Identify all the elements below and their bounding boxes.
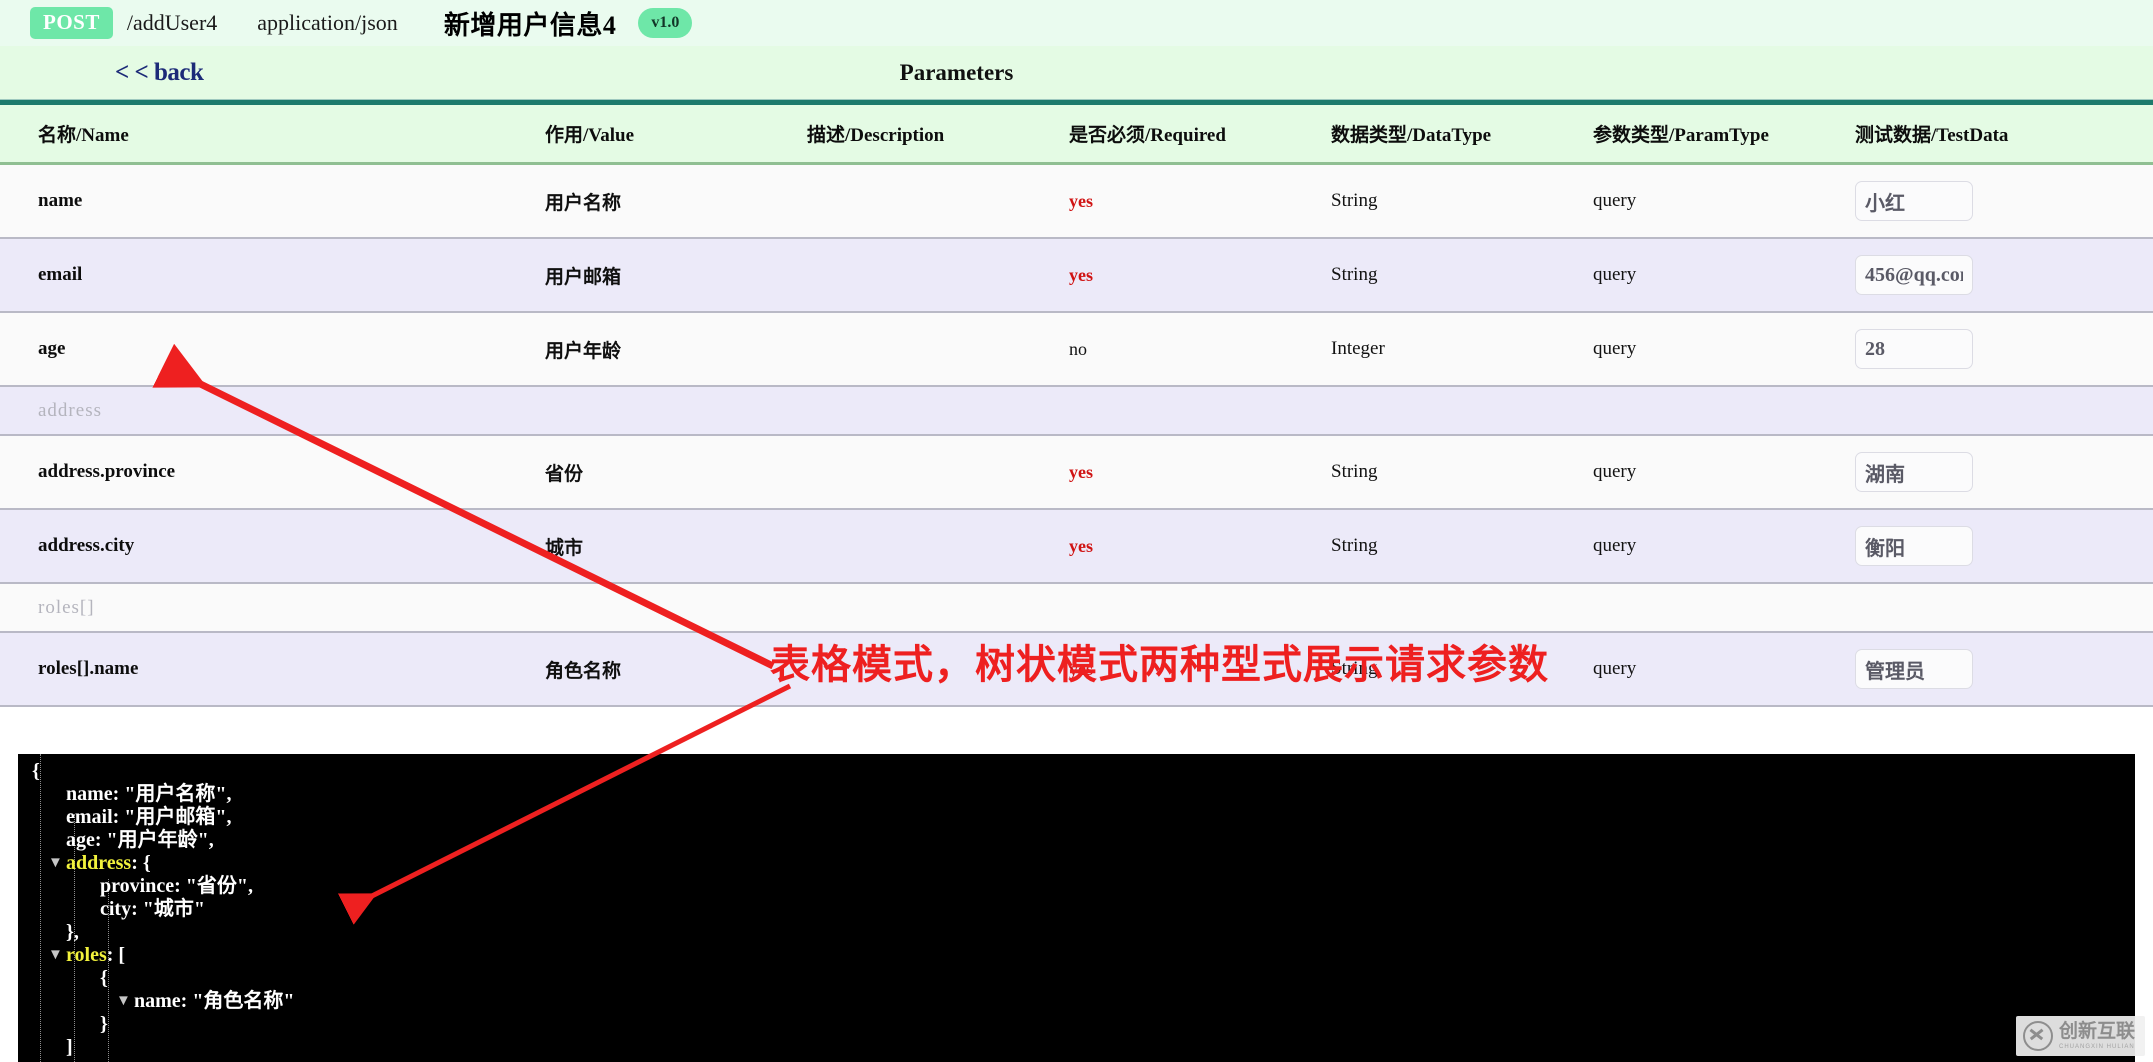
json-tree-line: province: "省份", [18, 875, 2135, 898]
watermark-cn-text: 创新互联 [2058, 1021, 2135, 1042]
json-line-text: : [ [106, 944, 126, 966]
json-tree-line: name: "用户名称", [18, 783, 2135, 806]
param-datatype: Integer [1331, 338, 1385, 359]
content-type-label: application/json [257, 10, 398, 35]
testdata-input[interactable] [1855, 526, 1973, 566]
collapse-triangle-icon[interactable]: ▼ [116, 990, 131, 1013]
parameters-table-body: name 用户名称 yes String query email 用户邮箱 ye… [0, 165, 2153, 707]
param-paramtype: query [1593, 338, 1637, 359]
param-required: yes [1069, 190, 1093, 211]
http-method-badge: POST [30, 7, 113, 39]
testdata-input[interactable] [1855, 649, 1973, 689]
table-row: address.city 城市 yes String query [0, 510, 2153, 584]
parameters-heading: Parameters [899, 59, 1014, 85]
version-badge: v1.0 [638, 8, 693, 38]
json-tree-line: city: "城市" [18, 898, 2135, 921]
param-required: no [1069, 338, 1087, 359]
watermark-logo: 创新互联 CHUANGXIN HULIAN [2015, 1016, 2145, 1056]
param-group-name: address [38, 399, 102, 421]
json-line-text: } [100, 1013, 108, 1035]
column-header-testdata: 测试数据/TestData [1855, 125, 2009, 146]
json-tree-viewer[interactable]: { name: "用户名称", email: "用户邮箱", age: "用户年龄",… [18, 754, 2135, 1062]
param-paramtype: query [1593, 535, 1637, 556]
table-row: age 用户年龄 no Integer query [0, 313, 2153, 387]
param-datatype: String [1331, 190, 1378, 211]
param-value: 角色名称 [545, 660, 622, 682]
param-datatype: String [1331, 658, 1378, 679]
param-name: roles[].name [38, 658, 139, 679]
param-name: age [38, 338, 66, 359]
json-line-text: ] [66, 1036, 73, 1058]
json-tree-line: }, [18, 921, 2135, 944]
testdata-input[interactable] [1855, 181, 1973, 221]
testdata-input[interactable] [1855, 255, 1973, 295]
param-paramtype: query [1593, 190, 1637, 211]
json-tree-line: ▼ roles: [ [18, 944, 2135, 967]
column-header-required: 是否必须/Required [1069, 125, 1226, 146]
param-value: 用户年龄 [545, 340, 622, 362]
column-header-paramtype: 参数类型/ParamType [1593, 125, 1769, 146]
column-header-description: 描述/Description [807, 125, 945, 146]
json-line-text: city: "城市" [100, 898, 205, 920]
json-tree-line: ▼ name: "角色名称" [18, 990, 2135, 1013]
column-header-value: 作用/Value [545, 125, 635, 146]
table-group-row: address [0, 387, 2153, 436]
param-datatype: String [1331, 264, 1378, 285]
json-object-key: address [66, 852, 132, 874]
json-line-text: age: "用户年龄", [66, 829, 214, 851]
json-line-text: email: "用户邮箱", [66, 806, 232, 828]
table-group-row: roles[] [0, 584, 2153, 633]
json-line-text: name: "角色名称" [134, 990, 295, 1012]
param-paramtype: query [1593, 264, 1637, 285]
param-required: yes [1069, 658, 1093, 679]
column-header-datatype: 数据类型/DataType [1331, 125, 1492, 146]
param-name: address.city [38, 535, 135, 556]
table-row: roles[].name 角色名称 yes String query [0, 633, 2153, 707]
json-line-text: { [32, 760, 40, 782]
param-value: 用户名称 [545, 192, 622, 214]
json-tree-line: ▼ address: { [18, 852, 2135, 875]
json-tree-line: { [18, 760, 2135, 783]
table-row: email 用户邮箱 yes String query [0, 239, 2153, 313]
column-header-name: 名称/Name [38, 125, 129, 146]
param-value: 用户邮箱 [545, 266, 622, 288]
param-name: address.province [38, 461, 176, 482]
param-name: name [38, 190, 83, 211]
json-tree-line: age: "用户年龄", [18, 829, 2135, 852]
json-line-text: name: "用户名称", [66, 783, 232, 805]
table-row: address.province 省份 yes String query [0, 436, 2153, 510]
json-object-key: roles [66, 944, 107, 966]
table-column-headers: 名称/Name 作用/Value 描述/Description 是否必须/Req… [0, 105, 2153, 165]
json-tree-line: } [18, 1013, 2135, 1036]
circle-x-icon [2022, 1021, 2053, 1051]
param-paramtype: query [1593, 461, 1637, 482]
parameters-band: < < back Parameters [0, 46, 2153, 99]
watermark-en-text: CHUANGXIN HULIAN [2058, 1044, 2135, 1050]
json-tree-line: ] [18, 1036, 2135, 1059]
json-line-text: : { [131, 852, 151, 874]
page-title: 新增用户信息4 [443, 10, 617, 40]
collapse-triangle-icon[interactable]: ▼ [48, 944, 63, 967]
param-required: yes [1069, 264, 1093, 285]
param-required: yes [1069, 535, 1093, 556]
testdata-input[interactable] [1855, 452, 1973, 492]
param-datatype: String [1331, 461, 1378, 482]
param-name: email [38, 264, 83, 285]
param-paramtype: query [1593, 658, 1637, 679]
json-line-text: { [100, 967, 108, 989]
collapse-triangle-icon[interactable]: ▼ [48, 852, 63, 875]
json-line-text: }, [66, 921, 79, 943]
endpoint-path: /addUser4 [126, 10, 218, 35]
param-required: yes [1069, 461, 1093, 482]
json-tree-line: { [18, 967, 2135, 990]
param-group-name: roles[] [38, 596, 95, 618]
json-line-text: province: "省份", [100, 875, 253, 897]
table-row: name 用户名称 yes String query [0, 165, 2153, 239]
param-datatype: String [1331, 535, 1378, 556]
param-value: 城市 [545, 537, 584, 559]
json-tree-line: email: "用户邮箱", [18, 806, 2135, 829]
testdata-input[interactable] [1855, 329, 1973, 369]
param-value: 省份 [545, 463, 584, 485]
api-header-bar: POST /addUser4 application/json 新增用户信息4 … [0, 0, 2153, 46]
